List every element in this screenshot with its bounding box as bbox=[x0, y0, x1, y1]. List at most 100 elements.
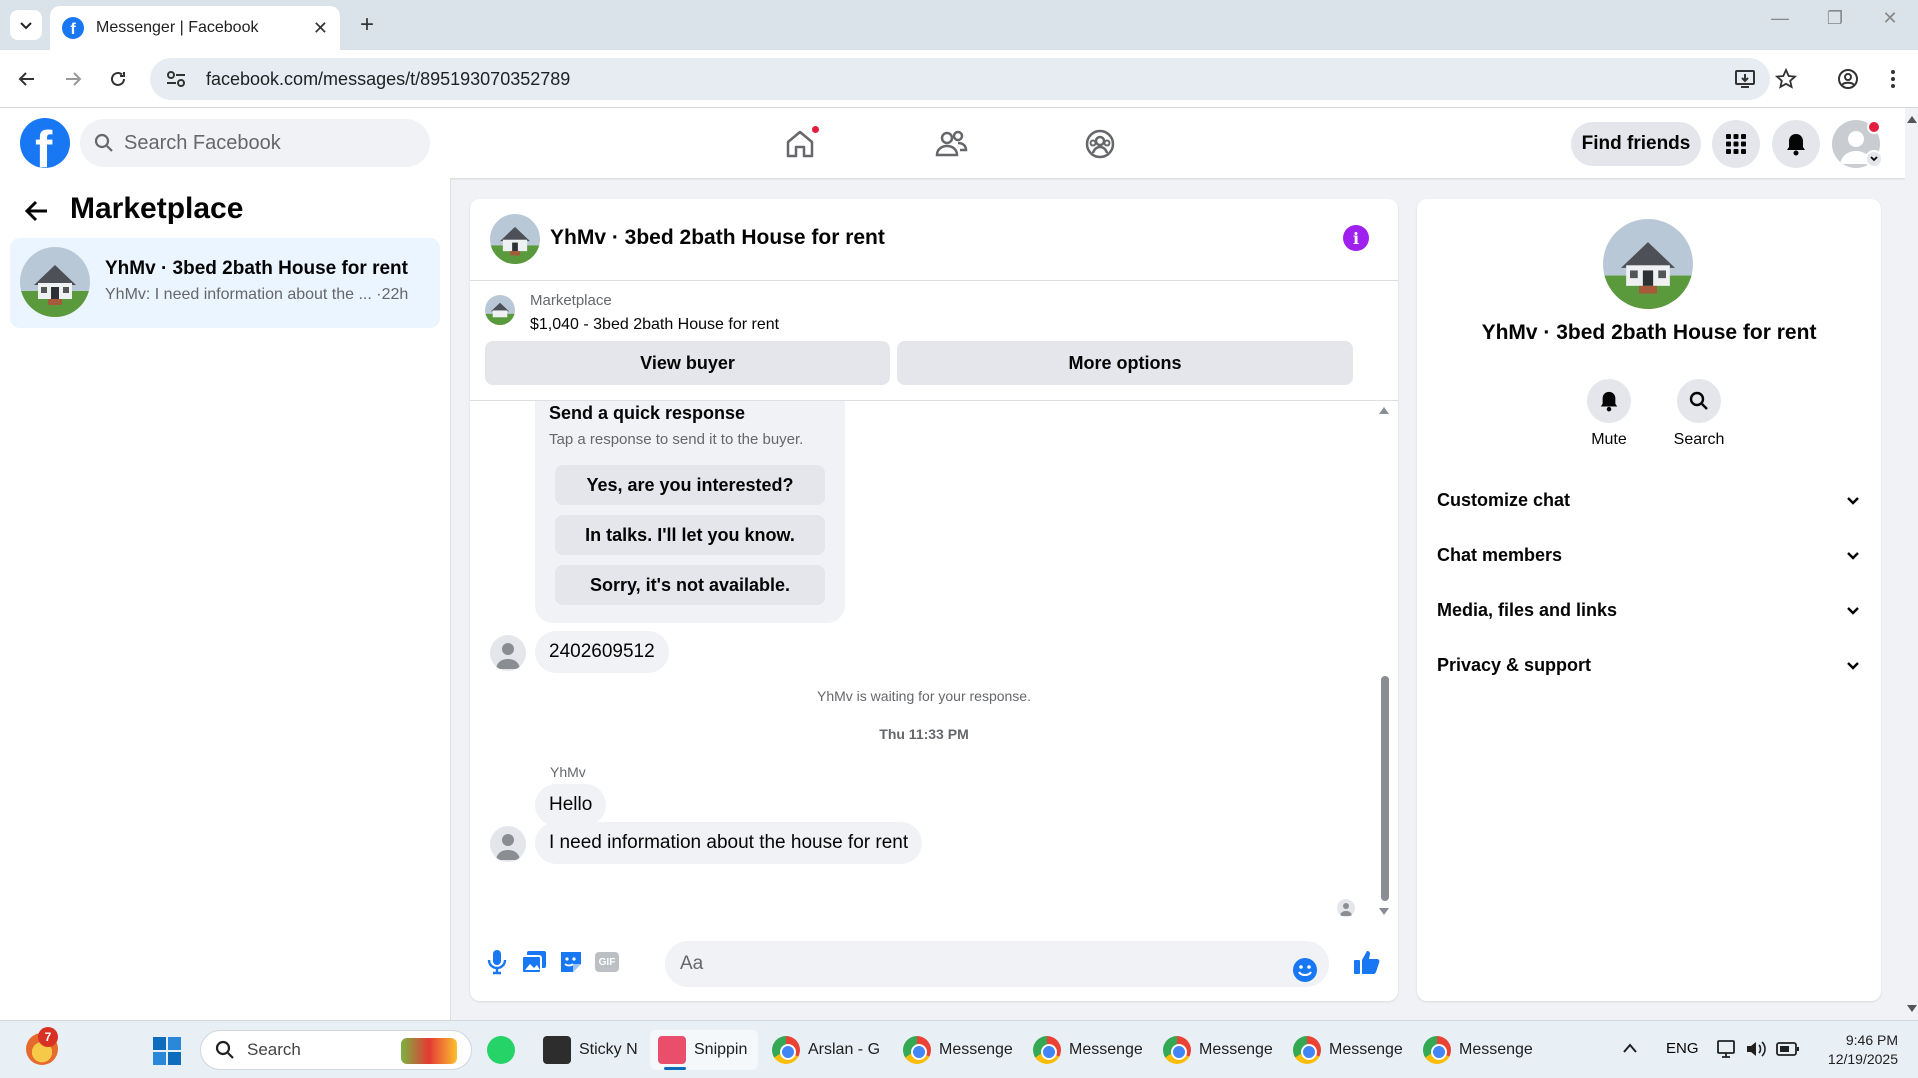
taskbar-chrome-messenger-1[interactable]: Messenge bbox=[903, 1030, 1013, 1070]
more-vertical-icon bbox=[1891, 70, 1895, 88]
menu-button[interactable] bbox=[1712, 120, 1760, 168]
mute-action[interactable]: Mute bbox=[1569, 379, 1649, 449]
active-tab[interactable]: f Messenger | Facebook ✕ bbox=[50, 6, 340, 50]
search-action[interactable]: Search bbox=[1659, 379, 1739, 449]
chat-panel: YhMv · 3bed 2bath House for rent i Marke… bbox=[470, 199, 1398, 1001]
conversation-info-icon[interactable]: i bbox=[1343, 225, 1369, 251]
forward-arrow-icon bbox=[66, 72, 82, 86]
taskbar-chrome-arslan[interactable]: Arslan - G bbox=[772, 1030, 884, 1070]
thread-list-item[interactable]: YhMv · 3bed 2bath House for rent YhMv: I… bbox=[10, 238, 440, 328]
emoji-button[interactable] bbox=[1290, 955, 1320, 985]
quick-reply-interested[interactable]: Yes, are you interested? bbox=[555, 465, 825, 505]
address-bar[interactable]: facebook.com/messages/t/895193070352789 bbox=[150, 58, 1770, 100]
scroll-up-arrow-icon[interactable] bbox=[1378, 405, 1390, 415]
notifications-button[interactable] bbox=[1772, 120, 1820, 168]
taskbar-snipping-tool[interactable]: Snippin bbox=[650, 1030, 758, 1070]
sticker-button[interactable] bbox=[556, 947, 586, 977]
facebook-search[interactable]: Search Facebook bbox=[80, 119, 430, 167]
quick-reply-in-talks[interactable]: In talks. I'll let you know. bbox=[555, 515, 825, 555]
minimize-button[interactable]: — bbox=[1760, 8, 1800, 29]
forward-button[interactable] bbox=[58, 64, 88, 94]
back-arrow-icon bbox=[24, 200, 47, 222]
start-button[interactable] bbox=[152, 1036, 182, 1071]
site-settings-icon[interactable] bbox=[164, 67, 188, 91]
search-in-conversation-button[interactable] bbox=[1677, 379, 1721, 423]
sender-avatar[interactable] bbox=[490, 635, 526, 671]
taskbar-item-label: Messenge bbox=[1459, 1041, 1533, 1058]
view-buyer-button[interactable]: View buyer bbox=[485, 341, 890, 385]
scroll-down-arrow-icon[interactable] bbox=[1906, 1004, 1918, 1014]
section-chat-members[interactable]: Chat members bbox=[1437, 537, 1861, 573]
nav-home[interactable] bbox=[778, 122, 822, 166]
search-placeholder: Search Facebook bbox=[124, 131, 281, 154]
star-icon bbox=[1775, 68, 1797, 89]
taskbar-chrome-messenger-5[interactable]: Messenge bbox=[1423, 1030, 1533, 1070]
message-scroll-thumb[interactable] bbox=[1381, 676, 1389, 901]
marketplace-title: Marketplace bbox=[70, 192, 244, 225]
conversation-avatar[interactable] bbox=[1603, 219, 1693, 309]
clock-date: 12/19/2025 bbox=[1827, 1051, 1898, 1067]
message-bubble-hello[interactable]: Hello bbox=[535, 784, 607, 826]
find-friends-button[interactable]: Find friends bbox=[1571, 122, 1701, 166]
battery-icon[interactable] bbox=[1776, 1041, 1800, 1062]
page-scrollbar[interactable] bbox=[1905, 108, 1918, 1020]
back-arrow-button[interactable] bbox=[24, 198, 50, 232]
language-indicator[interactable]: ENG bbox=[1666, 1040, 1699, 1057]
back-button[interactable] bbox=[12, 64, 42, 94]
system-clock[interactable]: 9:46 PM 12/19/2025 bbox=[1818, 1031, 1898, 1069]
taskbar-whatsapp[interactable] bbox=[487, 1030, 523, 1070]
gif-button[interactable]: GIF bbox=[592, 947, 622, 977]
message-bubble-phone[interactable]: 2402609512 bbox=[535, 631, 669, 673]
listing-price-title[interactable]: $1,040 - 3bed 2bath House for rent bbox=[530, 316, 779, 334]
new-tab-button[interactable]: + bbox=[352, 10, 382, 40]
nav-groups[interactable] bbox=[1078, 122, 1122, 166]
quick-reply-not-available[interactable]: Sorry, it's not available. bbox=[555, 565, 825, 605]
message-bubble-info-request[interactable]: I need information about the house for r… bbox=[535, 822, 923, 864]
quick-response-heading: Send a quick response bbox=[549, 403, 746, 423]
taskbar-chrome-messenger-4[interactable]: Messenge bbox=[1293, 1030, 1403, 1070]
close-window-button[interactable]: ✕ bbox=[1870, 8, 1910, 29]
search-icon bbox=[94, 133, 113, 152]
taskbar-chrome-messenger-2[interactable]: Messenge bbox=[1033, 1030, 1143, 1070]
facebook-logo[interactable]: f bbox=[20, 118, 70, 168]
chat-title[interactable]: YhMv · 3bed 2bath House for rent bbox=[550, 226, 885, 250]
scroll-down-arrow-icon[interactable] bbox=[1378, 907, 1390, 917]
mute-button[interactable] bbox=[1587, 379, 1631, 423]
browser-menu-button[interactable] bbox=[1878, 64, 1908, 94]
profile-button[interactable] bbox=[1833, 64, 1863, 94]
scroll-up-arrow-icon[interactable] bbox=[1906, 114, 1918, 124]
volume-icon[interactable] bbox=[1745, 1039, 1767, 1064]
close-tab-icon[interactable]: ✕ bbox=[313, 18, 328, 39]
install-icon bbox=[1735, 70, 1755, 88]
taskbar-chrome-messenger-3[interactable]: Messenge bbox=[1163, 1030, 1273, 1070]
more-options-button[interactable]: More options bbox=[897, 341, 1353, 385]
chat-avatar[interactable] bbox=[490, 214, 540, 264]
restore-button[interactable]: ❐ bbox=[1815, 8, 1855, 29]
windows-taskbar: 7 Search Sticky N Snippin Arslan - G Mes… bbox=[0, 1020, 1918, 1078]
network-icon[interactable] bbox=[1716, 1039, 1738, 1064]
nav-friends[interactable] bbox=[929, 122, 973, 166]
voice-clip-button[interactable] bbox=[482, 947, 512, 977]
message-input[interactable] bbox=[665, 941, 1329, 987]
section-customize-chat[interactable]: Customize chat bbox=[1437, 482, 1861, 518]
bookmark-button[interactable] bbox=[1771, 64, 1801, 94]
section-privacy-support[interactable]: Privacy & support bbox=[1437, 647, 1861, 683]
taskbar-sticky-notes[interactable]: Sticky N bbox=[543, 1030, 638, 1070]
section-media-files-links[interactable]: Media, files and links bbox=[1437, 592, 1861, 628]
sender-avatar[interactable] bbox=[490, 826, 526, 862]
chevron-up-icon bbox=[1623, 1043, 1637, 1053]
install-app-button[interactable] bbox=[1730, 64, 1760, 94]
taskbar-search[interactable]: Search bbox=[200, 1030, 472, 1070]
taskbar-item-label: Sticky N bbox=[579, 1041, 638, 1058]
profile-icon bbox=[1838, 69, 1858, 89]
thumbs-up-icon bbox=[1354, 951, 1380, 974]
active-indicator bbox=[664, 1067, 686, 1070]
show-hidden-icons-button[interactable] bbox=[1622, 1041, 1638, 1059]
account-menu-chevron[interactable] bbox=[1865, 150, 1883, 168]
tab-list-button[interactable] bbox=[10, 10, 42, 40]
like-button[interactable] bbox=[1352, 947, 1382, 977]
taskbar-item-label: Messenge bbox=[1329, 1041, 1403, 1058]
facebook-header: f Search Facebook Find friends bbox=[0, 108, 1905, 178]
attach-photo-button[interactable] bbox=[519, 947, 549, 977]
reload-button[interactable] bbox=[103, 64, 133, 94]
